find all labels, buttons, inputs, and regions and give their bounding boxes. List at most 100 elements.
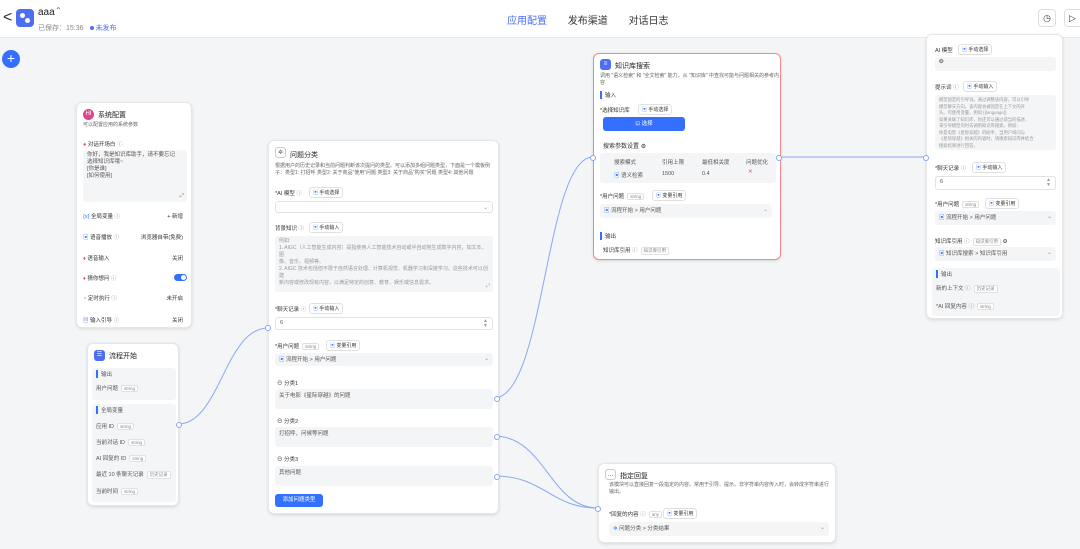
select-kb-button[interactable]: ⊡ 选择 (603, 117, 685, 131)
manual-input-button[interactable]: ▣ 手动输入 (963, 81, 998, 92)
stepper-arrows-icon[interactable]: ▲ ▼ (483, 319, 488, 329)
chevron-down-icon: ⌄ (762, 207, 768, 213)
content-ref-select[interactable]: ✲ 问题分类 > 分类结果 ⌄ (609, 522, 829, 536)
question-classify-node[interactable]: ✲ 问题分类 根据用户的历史记录和当前问题判断该次提问的类型。可以添加多组问题类… (265, 140, 500, 514)
stepper-arrows-icon[interactable]: ▲ ▼ (1046, 178, 1051, 188)
input-handle[interactable] (923, 155, 929, 161)
setting-row-schedule[interactable]: ◔ 定时执行 ⓘ (83, 294, 117, 302)
kb-search-node[interactable]: ≡ 知识库搜索 调用 "语义检索" 和 "全文检索" 能力，从 "知识库" 中查… (590, 53, 782, 260)
search-params-table: 搜索模式 引用上限 最低相关度 问题优化 ▣ 语义检索 1500 0.4 ✕ (600, 153, 776, 183)
select-value: 知识库搜索 > 知识库引用 (946, 251, 1008, 257)
minus-circle-icon[interactable]: ⊖ (277, 381, 283, 387)
suggest-toggle[interactable] (174, 274, 187, 281)
prompt-textarea[interactable]: 模型固定的引导词，通过调整该内容，可以引导 模型聊天方向。该内容会被固定在上下文… (935, 95, 1056, 150)
var-ref-button[interactable]: ▣ 变量引用 (985, 198, 1020, 209)
row-value[interactable]: 关闭 (172, 254, 183, 262)
var-ref-button[interactable]: ▣ 变量引用 (652, 190, 687, 201)
manual-select-button[interactable]: ▣ 手动选择 (309, 187, 344, 198)
node-title: 指定回复 (620, 473, 648, 480)
setting-row-suggest[interactable]: ♦ 猜你想问 ⓘ (83, 274, 116, 282)
field-label: *聊天记录 ⓘ (935, 166, 967, 172)
specified-reply-node[interactable]: … 指定回复 该模块可以直接回复一段指定的内容。常用于引导、提示。非字符串内容传… (595, 463, 836, 543)
question-ref-select[interactable]: ▣ 流程开始 > 用户问题 ⌄ (935, 211, 1056, 225)
help-icon: ⓘ (965, 286, 971, 292)
category-textarea[interactable]: 关于电影《星际穿越》的问题 (275, 389, 493, 409)
manual-select-button[interactable]: ▣ 手动选择 (638, 104, 673, 115)
ai-model-select[interactable]: ⌄ (275, 201, 493, 213)
manual-input-button[interactable]: ▣ 手动输入 (972, 162, 1007, 173)
question-ref-select[interactable]: ▣ 流程开始 > 用户问题 ⌄ (600, 204, 772, 218)
label-text: 用户问题 (277, 344, 300, 350)
history-stepper[interactable]: 6 ▲ ▼ (935, 176, 1056, 190)
category-textarea[interactable]: 其他问题 (275, 466, 493, 486)
desc-line: 子：类型1: 打招呼 类型2: 关于商品"使用"问题 类型3: 关于商品"购买"… (275, 170, 474, 176)
edit-icon: ▣ (313, 306, 319, 312)
btn-label: 手动输入 (982, 165, 1003, 171)
kb-ref-select[interactable]: ▣ 知识库搜索 > 知识库引用 ⌄ (935, 247, 1056, 261)
help-icon: ⓘ (960, 166, 967, 172)
manual-input-button[interactable]: ▣ 手动输入 (309, 222, 344, 233)
output-handle[interactable] (776, 155, 782, 161)
type-tag: string (302, 343, 320, 350)
global-var: 应用 ID string (96, 422, 172, 430)
output-handle[interactable] (176, 422, 182, 428)
category-textarea[interactable]: 打招呼、问候等问题 (275, 427, 493, 447)
edge-classify2-to-reply (493, 435, 599, 509)
label-text: AI 模型 (935, 48, 953, 54)
input-handle[interactable] (595, 506, 601, 512)
category3-handle[interactable] (494, 474, 500, 480)
ai-model-select[interactable]: ❂ (935, 57, 1056, 71)
opening-textarea[interactable]: 你好，我是知识库助手，请不要忘记 选择知识库哦~ [你是谁] [如何使用] ⤢ (83, 150, 187, 202)
background-textarea[interactable]: 例如: 1. AIGC（人工智能生成内容）是指使用人工智能技术自动或半自动地生成… (275, 236, 493, 292)
expand-icon[interactable]: ⤢ (180, 193, 184, 200)
minus-circle-icon[interactable]: ⊖ (277, 457, 283, 463)
type-tag: any (648, 511, 662, 518)
var-ref-button[interactable]: ▣ 变量引用 (326, 340, 361, 351)
manual-select-button[interactable]: ▣ 手动选择 (958, 44, 993, 55)
expand-icon[interactable]: ⤢ (486, 283, 490, 290)
field-label: 提示词 ⓘ (935, 83, 959, 91)
system-config-node[interactable]: HI 系统配置 可以配置应用的系统参数 ● 对话开场白 ⓘ 你好，我是知识库助手… (76, 102, 192, 328)
settings-icon[interactable]: ⚙ (1003, 239, 1008, 245)
label-text: 聊天记录 (277, 307, 300, 313)
row-value[interactable]: 关闭 (172, 316, 183, 324)
row-value[interactable]: 浏览器自带(免费) (141, 233, 183, 241)
placeholder-line: 搜索结果进行回答。 (939, 142, 978, 148)
settings-icon[interactable]: ⚙ (641, 144, 646, 150)
placeholder-line: 像、音乐、视频等。 (279, 259, 325, 265)
var-name: 当前时间 (96, 489, 119, 495)
category-label: ⊖ 分类2 (277, 417, 298, 425)
type-tag: 历史记录 (973, 285, 998, 293)
btn-label: 手动输入 (319, 306, 340, 312)
var-ref-button[interactable]: ▣ 变量引用 (663, 508, 698, 519)
table-header: 引用上限 (662, 160, 685, 166)
var-name: 应用 ID (96, 424, 115, 430)
chevron-down-icon: ⌄ (1046, 214, 1052, 220)
category1-handle[interactable] (494, 396, 500, 402)
flow-start-node[interactable]: ☰ 流程开始 输出 用户问题 string 全局变量 应用 ID string 当前… (87, 343, 182, 506)
history-stepper[interactable]: 6 ▲ ▼ (275, 317, 493, 330)
row-value[interactable]: 未开启 (166, 294, 183, 302)
category2-handle[interactable] (494, 434, 500, 440)
setting-row-voice-input[interactable]: ♦ 语音输入 (83, 254, 109, 262)
search-settings-label[interactable]: 搜索参数设置 ⚙ (603, 141, 646, 150)
global-var: AI 回复的 ID string (96, 454, 172, 462)
question-ref-select[interactable]: ▣ 流程开始 > 用户问题 ⌄ (275, 353, 493, 366)
help-icon: ⓘ (964, 239, 970, 245)
table-cell: ▣ 语义检索 (614, 171, 643, 179)
manual-input-button[interactable]: ▣ 手动输入 (309, 303, 344, 314)
setting-row-global-vars[interactable]: {x} 全局变量 ⓘ (83, 212, 120, 220)
help-icon: ⓘ (113, 235, 120, 241)
input-handle[interactable] (265, 325, 271, 331)
minus-circle-icon[interactable]: ⊖ (277, 419, 283, 425)
row-value[interactable]: + 新增 (167, 212, 183, 220)
input-handle[interactable] (590, 155, 596, 161)
table-header: 问题优化 (746, 160, 769, 166)
add-category-button[interactable]: 添加问题类型 (275, 494, 323, 507)
classify-ref-icon: ✲ (613, 526, 618, 532)
setting-row-input-guide[interactable]: ▤ 输入引导 ⓘ (83, 316, 119, 324)
ai-chat-node[interactable]: AI 模型 ▣ 手动选择 ❂ 提示词 ⓘ ▣ 手动输入 模型固定的引导词，通过调… (923, 34, 1063, 319)
chevron-down-icon: ⌄ (482, 205, 488, 211)
setting-row-tts[interactable]: ▣ 语音播放 ⓘ (83, 233, 119, 241)
category-label: ⊖ 分类1 (277, 379, 298, 387)
